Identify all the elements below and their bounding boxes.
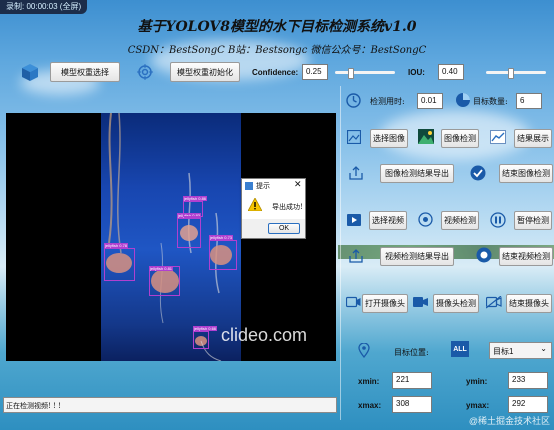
upload-icon (349, 166, 363, 180)
ymin-value: 233 (508, 372, 548, 389)
count-label: 目标数量: (473, 97, 508, 106)
count-value: 6 (516, 93, 542, 109)
xmin-value: 221 (392, 372, 432, 389)
dialog-titlebar: 提示 ✕ (242, 179, 305, 193)
target-icon (137, 64, 153, 80)
video-frame: jellyfish 0.78 jellyfish 0.81 jellyfish … (101, 113, 241, 361)
open-camera-button[interactable]: 打开摄像头 (362, 294, 408, 313)
video-file-icon (347, 214, 361, 226)
corner-watermark: @稀土掘金技术社区 (468, 416, 550, 426)
end-image-button[interactable]: 结束图像检测 (499, 164, 553, 183)
location-target-icon (418, 212, 433, 227)
ok-button[interactable]: OK (268, 223, 300, 234)
model-init-button[interactable]: 模型权重初始化 (170, 62, 240, 82)
detection-label: jellyfish 0.73 (209, 235, 234, 240)
target-select-value: 目标1 (493, 347, 514, 356)
detection-box (193, 331, 209, 349)
close-icon[interactable]: ✕ (294, 179, 302, 190)
detect-video-button[interactable]: 视频检测 (441, 211, 479, 230)
list-icon: ALL (451, 341, 469, 357)
dialog-title: 提示 (256, 182, 270, 190)
time-label: 检测用时: (370, 97, 405, 106)
video-watermark: clideo.com (221, 325, 308, 345)
export-image-button[interactable]: 图像检测结果导出 (380, 164, 454, 183)
detection-label: jellyfish 0.78 (104, 243, 129, 248)
camera-icon (413, 297, 428, 307)
cube-icon (22, 64, 38, 81)
map-pin-icon (358, 343, 370, 358)
detection-box (177, 218, 201, 248)
dialog-body: 导出成功! (242, 193, 305, 219)
status-text: 正在检测视频! ! ! (3, 397, 337, 413)
app-icon (245, 182, 253, 190)
stop-circle-icon (476, 247, 492, 263)
iou-label: IOU: (408, 68, 425, 77)
pause-icon (490, 212, 506, 228)
page-title: 基于YOLOV8模型的水下目标检测系统v1.0 (137, 19, 417, 35)
chevron-down-icon: ⌄ (540, 344, 547, 353)
detection-box (209, 240, 237, 270)
export-video-button[interactable]: 视频检测结果导出 (380, 247, 454, 266)
dialog-message: 导出成功! (272, 203, 303, 211)
warning-icon (248, 198, 262, 211)
detection-label: jellyfish 0.81 (149, 266, 174, 271)
upload-icon (349, 249, 363, 263)
show-result-button[interactable]: 结果展示 (514, 129, 552, 148)
confidence-spinbox[interactable]: 0.25 (302, 64, 328, 80)
model-select-button[interactable]: 模型权重选择 (50, 62, 120, 82)
target-select[interactable]: 目标1 ⌄ (489, 342, 552, 359)
video-camera-icon (346, 296, 361, 308)
photo-icon (418, 129, 434, 144)
detect-image-button[interactable]: 图像检测 (441, 129, 479, 148)
detection-box (104, 248, 135, 281)
message-dialog: 提示 ✕ 导出成功! OK (241, 178, 306, 239)
page-subtitle: CSDN：BestSongC B站：Bestsongc 微信公众号：BestSo… (127, 45, 427, 56)
detection-label: jellyfish 0.66 (193, 326, 218, 331)
xmax-value: 308 (392, 396, 432, 413)
trend-chart-icon (490, 130, 506, 144)
check-circle-icon (470, 165, 486, 181)
select-image-button[interactable]: 选择图像 (370, 129, 408, 148)
recording-badge: 录制: 00:00:03 (全屏) (0, 0, 88, 14)
ymin-label: ymin: (466, 377, 488, 386)
select-video-button[interactable]: 选择视频 (369, 211, 407, 230)
detection-label: jellyfish 0.86 (183, 196, 208, 201)
close-camera-button[interactable]: 结束摄像头 (506, 294, 552, 313)
time-value: 0.01 (417, 93, 443, 109)
xmin-label: xmin: (358, 377, 380, 386)
image-icon (347, 130, 361, 144)
detect-camera-button[interactable]: 摄像头检测 (433, 294, 479, 313)
end-video-button[interactable]: 结束视频检测 (499, 247, 553, 266)
xmax-label: xmax: (358, 401, 382, 410)
clock-icon (346, 93, 361, 108)
ymax-value: 292 (508, 396, 548, 413)
pause-detect-button[interactable]: 暂停检测 (514, 211, 552, 230)
pie-chart-icon (456, 93, 470, 107)
target-position-label: 目标位置: (394, 348, 429, 357)
ymax-label: ymax: (466, 401, 490, 410)
iou-spinbox[interactable]: 0.40 (438, 64, 464, 80)
detection-box (183, 201, 203, 217)
confidence-label: Confidence: (252, 68, 299, 77)
camera-off-icon (486, 296, 502, 309)
panel-divider (340, 86, 341, 420)
